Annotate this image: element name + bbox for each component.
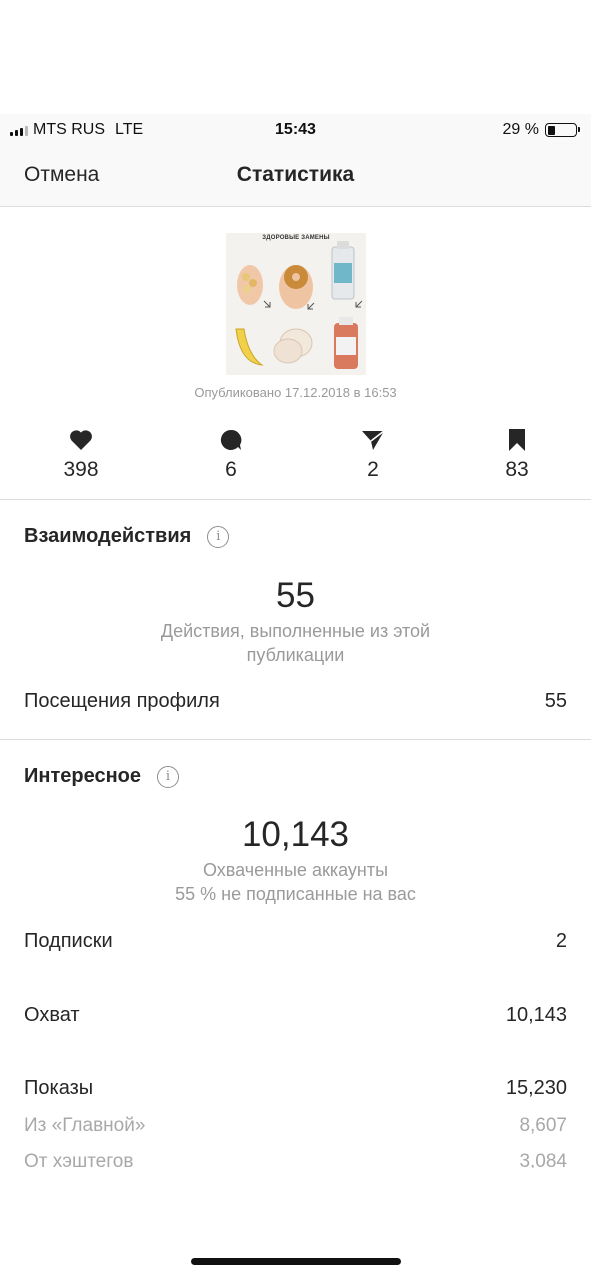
row-label: Охват bbox=[24, 1004, 80, 1026]
page-title: Статистика bbox=[236, 163, 355, 186]
info-icon[interactable]: i bbox=[157, 765, 179, 788]
discovery-title-text: Интересное bbox=[24, 765, 141, 787]
divider bbox=[0, 499, 591, 500]
nav-bar: Отмена Статистика bbox=[0, 146, 591, 207]
thumbnail-illustration bbox=[235, 241, 363, 369]
profile-visits-label: Посещения профиля bbox=[24, 690, 220, 712]
reach-row: Охват 10,143 bbox=[24, 1004, 567, 1027]
reach-label: Охваченные аккаунты bbox=[202, 860, 389, 880]
impressions-from-home-row: Из «Главной» 8,607 bbox=[24, 1115, 567, 1137]
discovery-title: Интересное i bbox=[24, 765, 179, 788]
row-label: Показы bbox=[24, 1077, 94, 1099]
follows-row: Подписки 2 bbox=[24, 930, 567, 953]
info-icon[interactable]: i bbox=[207, 525, 230, 548]
likes-metric: 398 bbox=[41, 428, 121, 482]
interactions-description-line2: публикации bbox=[246, 645, 345, 665]
row-label: Подписки bbox=[24, 930, 113, 952]
saves-count: 83 bbox=[505, 458, 529, 481]
row-value: 10,143 bbox=[505, 1004, 567, 1026]
comment-icon bbox=[191, 428, 271, 452]
battery-percent: 29 % bbox=[502, 121, 539, 138]
heart-icon bbox=[41, 428, 121, 452]
shares-metric: 2 bbox=[333, 428, 413, 482]
row-value: 8,607 bbox=[519, 1115, 567, 1136]
battery-icon bbox=[545, 123, 580, 137]
reach-total: 10,143 bbox=[241, 815, 350, 854]
interactions-total: 55 bbox=[276, 576, 315, 615]
likes-count: 398 bbox=[63, 458, 99, 481]
thumbnail-title: ЗДОРОВЫЕ ЗАМЕНЫ bbox=[262, 235, 330, 241]
interactions-title: Взаимодействия i bbox=[24, 525, 230, 548]
divider bbox=[0, 739, 591, 740]
shares-count: 2 bbox=[367, 458, 379, 481]
row-label: Из «Главной» bbox=[24, 1115, 146, 1136]
comments-count: 6 bbox=[225, 458, 237, 481]
profile-visits-value: 55 bbox=[544, 690, 567, 712]
post-thumbnail[interactable]: ЗДОРОВЫЕ ЗАМЕНЫ bbox=[226, 233, 366, 375]
interactions-title-text: Взаимодействия bbox=[24, 525, 192, 547]
profile-visits-row: Посещения профиля 55 bbox=[24, 690, 567, 713]
saves-metric: 83 bbox=[477, 428, 557, 482]
row-value: 2 bbox=[555, 930, 567, 952]
metrics-row: 398 6 2 83 bbox=[0, 428, 591, 488]
impressions-row: Показы 15,230 bbox=[24, 1077, 567, 1100]
status-right: 29 % bbox=[502, 121, 580, 139]
battery-fill bbox=[547, 125, 556, 135]
row-value: 15,230 bbox=[505, 1077, 567, 1099]
status-bar: MTS RUS LTE 15:43 29 % bbox=[0, 114, 591, 146]
published-date: Опубликовано 17.12.2018 в 16:53 bbox=[194, 385, 397, 400]
home-indicator[interactable] bbox=[191, 1258, 401, 1265]
interactions-description-line1: Действия, выполненные из этой bbox=[160, 621, 431, 641]
comments-metric: 6 bbox=[191, 428, 271, 482]
not-following-note: 55 % не подписанные на вас bbox=[175, 884, 416, 904]
send-icon bbox=[333, 428, 413, 452]
bookmark-icon bbox=[477, 428, 557, 452]
